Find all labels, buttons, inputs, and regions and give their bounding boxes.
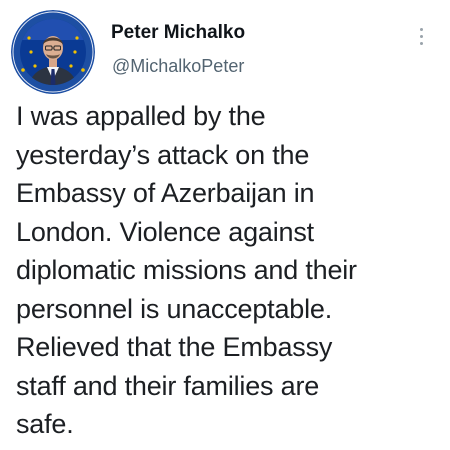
tweet-text-line: Embassy of Azerbaijan in	[16, 178, 315, 208]
tweet-text-line: London. Violence against	[16, 216, 314, 247]
author-name[interactable]: Peter Michalko	[111, 22, 245, 44]
tweet-text-line: I was appalled by the	[16, 101, 266, 131]
tweet-text-line: staff and their families are	[16, 370, 320, 401]
tweet-text-line: personnel is unacceptable.	[16, 293, 333, 324]
tweet-text-line: diplomatic missions and their	[16, 255, 357, 285]
author-handle[interactable]: @MichalkoPeter	[112, 56, 244, 77]
tweet-text-line: yesterday’s attack on the	[16, 139, 310, 170]
avatar-image	[11, 10, 95, 94]
tweet-text-line: Relieved that the Embassy	[16, 332, 333, 362]
tweet-card: Peter Michalko @MichalkoPeter I was appa…	[0, 0, 450, 450]
dot	[419, 27, 423, 31]
dot	[419, 41, 423, 45]
dot	[419, 34, 423, 38]
more-vertical-icon[interactable]	[412, 22, 430, 50]
avatar[interactable]	[11, 10, 95, 94]
tweet-text-line: safe.	[16, 409, 74, 439]
tweet-text: I was appalled by the yesterday’s attack…	[16, 97, 444, 444]
